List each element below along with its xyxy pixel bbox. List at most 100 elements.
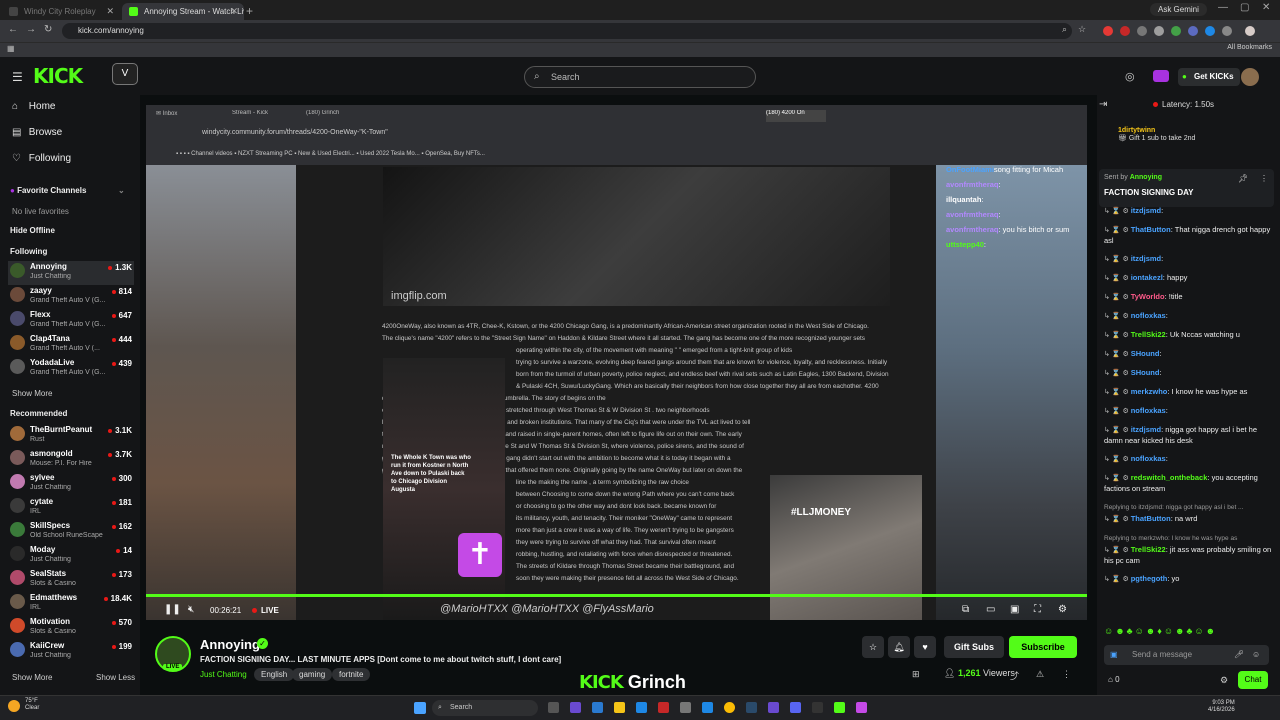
app-icon[interactable] (570, 702, 581, 713)
extension-icon[interactable] (1137, 26, 1147, 36)
chevron-down-icon[interactable]: ⌄ (118, 186, 125, 195)
pin-icon[interactable]: 📌︎ (1238, 174, 1248, 183)
stream-category[interactable]: Just Chatting (200, 670, 247, 679)
nav-home[interactable]: ⌂ Home (12, 101, 55, 112)
ask-gemini-button[interactable]: Ask Gemini (1150, 3, 1207, 16)
app-icon[interactable] (812, 702, 823, 713)
apps-grid-icon[interactable]: ▦ (7, 44, 15, 53)
show-more-button[interactable]: Show More (12, 389, 52, 398)
edge-icon[interactable] (636, 702, 647, 713)
favorite-star-button[interactable]: ☆ (862, 636, 884, 658)
sidebar-channel[interactable]: YodadaLive Grand Theft Auto V (G... 439 (8, 357, 134, 381)
bookmark-star-icon[interactable]: ☆ (1078, 24, 1086, 35)
tag[interactable]: English (254, 668, 295, 681)
user-avatar[interactable] (1241, 68, 1259, 86)
steam-icon[interactable] (746, 702, 757, 713)
extension-icon[interactable] (1120, 26, 1130, 36)
menu-icon[interactable]: ☰ (12, 70, 23, 84)
mute-icon[interactable]: 🔇︎ (188, 604, 194, 615)
app-icon[interactable] (658, 702, 669, 713)
show-more-button[interactable]: Show More (12, 673, 52, 682)
kick-app-icon[interactable]: V (112, 63, 138, 85)
search-input[interactable]: ⌕ Search (524, 66, 756, 88)
channel-points[interactable]: ⌂ 0 (1108, 675, 1120, 684)
follow-heart-button[interactable]: ♥ (914, 636, 936, 658)
kick-logo[interactable]: KICK (33, 64, 83, 88)
browser-tab-active[interactable]: Annoying Stream - Watch Live - ✕ (122, 3, 244, 20)
clip-icon[interactable]: ⧉ (962, 604, 969, 615)
collapse-chat-icon[interactable]: ⇥ (1099, 99, 1107, 110)
sidebar-channel[interactable]: cytate IRL 181 (8, 496, 134, 520)
weather-widget[interactable]: 75°F Clear (25, 698, 39, 712)
task-view-icon[interactable] (548, 702, 559, 713)
chat-settings-icon[interactable]: ⚙ (1220, 675, 1228, 686)
sidebar-channel[interactable]: Motivation Slots & Casino 570 (8, 616, 134, 640)
progress-bar[interactable] (146, 594, 1087, 597)
get-kicks-button[interactable]: ● Get KICKs (1178, 68, 1240, 86)
close-window-icon[interactable]: ✕ (1262, 2, 1270, 13)
sidebar-channel[interactable]: Clap4Tana Grand Theft Auto V (... 444 (8, 333, 134, 357)
gift-leaderboard[interactable]: 1dirtytwinn 🎁︎ Gift 1 sub to take 2nd (1118, 127, 1278, 147)
extension-icon[interactable] (1154, 26, 1164, 36)
tag[interactable]: fortnite (332, 668, 371, 681)
nav-browse[interactable]: ▤ Browse (12, 127, 62, 138)
notification-bell-button[interactable]: 🔔︎ (888, 636, 910, 658)
video-player[interactable]: ✉ Inbox Stream - Kick (180) Grinch (180)… (146, 105, 1087, 620)
extension-icon[interactable] (1205, 26, 1215, 36)
gift-subs-button[interactable]: Gift Subs (944, 636, 1004, 658)
app-icon[interactable] (834, 702, 845, 713)
notifications-icon[interactable]: ◎ (1125, 70, 1135, 83)
app-icon[interactable] (592, 702, 603, 713)
app-icon[interactable] (680, 702, 691, 713)
share-icon[interactable]: ⤴ (1010, 669, 1019, 682)
subscribe-button[interactable]: Subscribe (1009, 636, 1077, 658)
nav-following[interactable]: ♡ Following (12, 153, 71, 164)
emoji-icon[interactable]: ☺ (1252, 650, 1260, 659)
report-icon[interactable]: ⚠ (1036, 669, 1044, 680)
windows-start-icon[interactable] (414, 702, 426, 714)
discord-icon[interactable] (790, 702, 801, 713)
chrome-icon[interactable] (724, 702, 735, 713)
hide-offline-toggle[interactable]: Hide Offline (10, 226, 55, 235)
quick-emote-bar[interactable]: ☺☻♣☺☻♦☺☻♣☺☻ (1104, 626, 1274, 638)
sidebar-channel[interactable]: Moday Just Chatting 14 (8, 544, 134, 568)
app-icon[interactable] (768, 702, 779, 713)
sidebar-channel[interactable]: asmongold Mouse: P.I. For Hire 3.7K (8, 448, 134, 472)
extension-icon[interactable] (1188, 26, 1198, 36)
sidebar-channel[interactable]: Flexx Grand Theft Auto V (G... 647 (8, 309, 134, 333)
mic-icon[interactable]: 🎤︎ (1234, 650, 1244, 659)
close-icon[interactable]: ✕ (106, 3, 114, 20)
sidebar-channel[interactable]: SkillSpecs Old School RuneScape 162 (8, 520, 134, 544)
fullscreen-icon[interactable]: ⛶ (1034, 604, 1041, 615)
more-icon[interactable]: ⋮ (1260, 174, 1268, 183)
layout-icon[interactable]: ⊞ (912, 669, 920, 680)
sidebar-channel[interactable]: zaayy Grand Theft Auto V (G... 814 (8, 285, 134, 309)
forward-icon[interactable]: → (26, 24, 36, 35)
sidebar-channel[interactable]: SealStats Slots & Casino 173 (8, 568, 134, 592)
sidebar-channel[interactable]: TheBurntPeanut Rust 3.1K (8, 424, 134, 448)
more-icon[interactable]: ⋮ (1062, 669, 1071, 680)
reload-icon[interactable]: ↻ (44, 24, 52, 35)
extension-icon[interactable] (1222, 26, 1232, 36)
pause-icon[interactable]: ❚❚ (164, 604, 181, 615)
sidebar-channel[interactable]: KaiiCrew Just Chatting 199 (8, 640, 134, 664)
zoom-icon[interactable]: ⌕ (1062, 24, 1067, 35)
taskbar-search[interactable]: ⌕ Search (432, 700, 538, 716)
app-icon[interactable] (702, 702, 713, 713)
close-icon[interactable]: ✕ (230, 3, 238, 20)
browser-tab[interactable]: Windy City Roleplay ✕ (2, 3, 120, 20)
send-chat-button[interactable]: Chat (1238, 671, 1268, 689)
all-bookmarks[interactable]: All Bookmarks (1227, 44, 1272, 51)
tag[interactable]: gaming (292, 668, 333, 681)
back-icon[interactable]: ← (8, 24, 18, 35)
sidebar-channel[interactable]: Edmatthews IRL 18.4K (8, 592, 134, 616)
theater-icon[interactable]: ▭ (986, 604, 995, 615)
kick-prime-icon[interactable] (1153, 70, 1169, 82)
favorite-channels-header[interactable]: ● Favorite Channels ⌄ (10, 186, 125, 195)
sidebar-channel[interactable]: sylvee Just Chatting 300 (8, 472, 134, 496)
app-icon[interactable] (856, 702, 867, 713)
url-field[interactable]: kick.com/annoying (62, 23, 1072, 39)
extension-icon[interactable] (1171, 26, 1181, 36)
chat-input[interactable]: ▣ Send a message (1104, 645, 1269, 665)
sidebar-channel[interactable]: Annoying Just Chatting 1.3K (8, 261, 134, 285)
